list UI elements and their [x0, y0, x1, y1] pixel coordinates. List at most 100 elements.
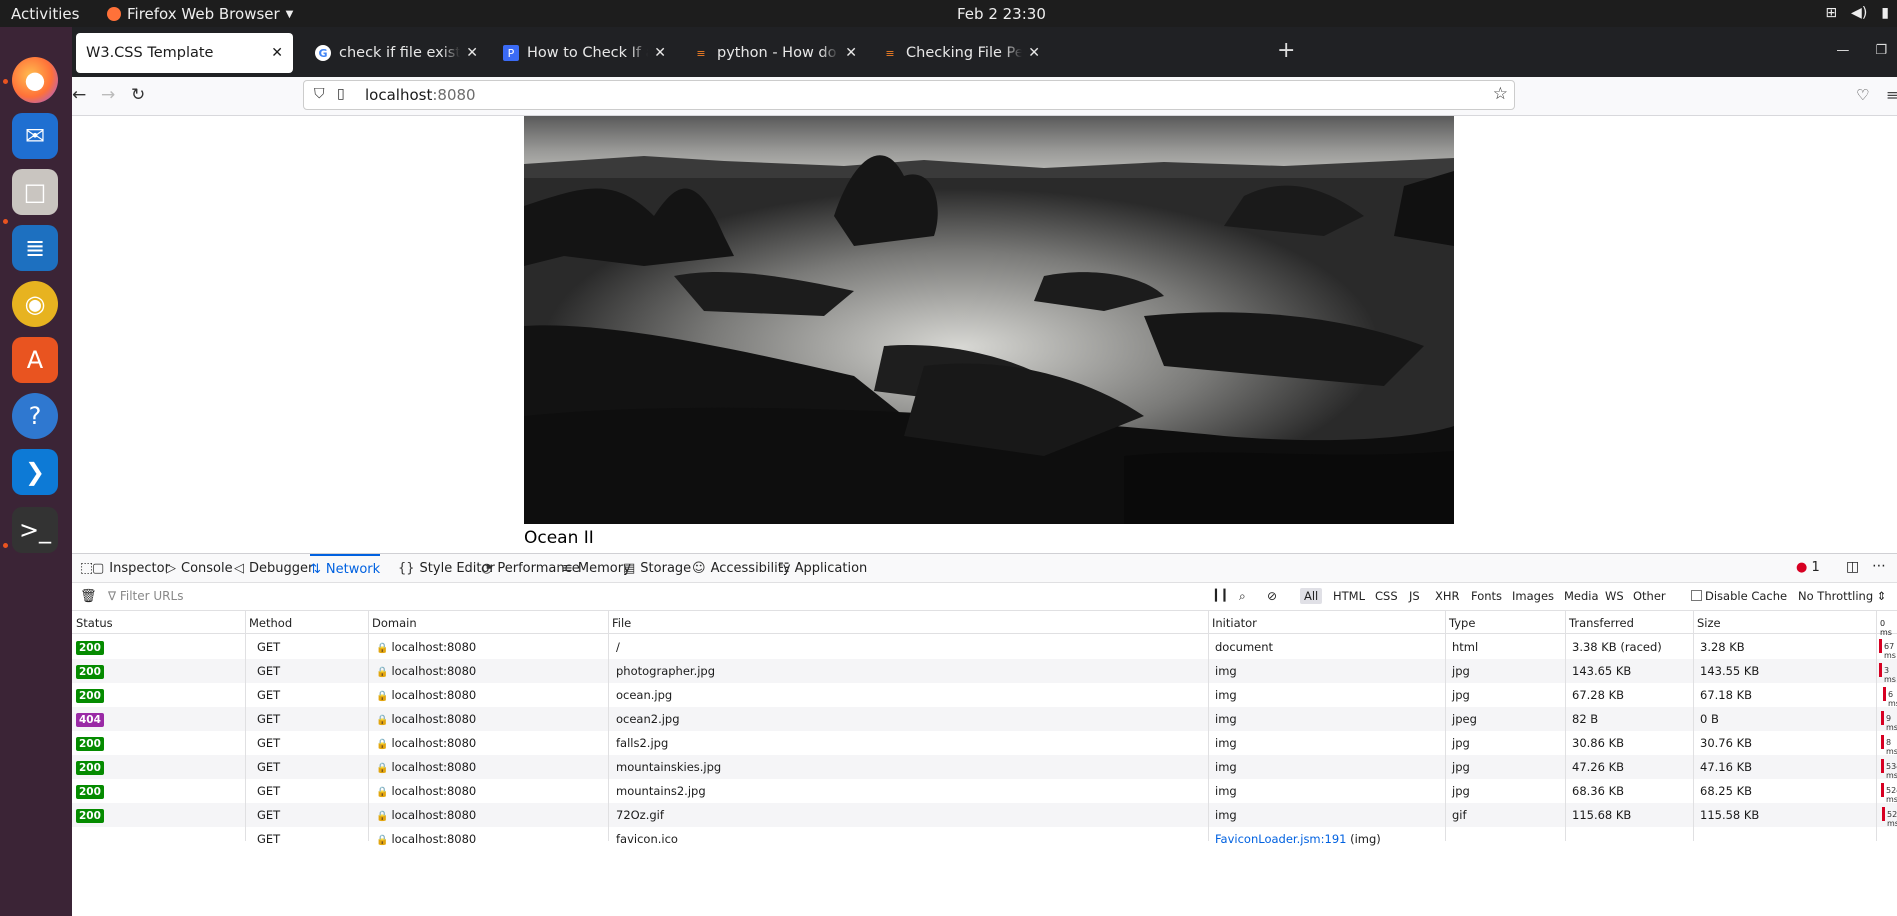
browser-tab[interactable]: ≡ Checking File Permissions ✕	[872, 33, 1050, 73]
browser-tab[interactable]: ≡ python - How do I check whether ✕	[683, 33, 867, 73]
devtools-tab-console[interactable]: ▷ Console	[166, 554, 233, 583]
filter-urls-input[interactable]: ∇ Filter URLs	[108, 589, 183, 603]
waterfall-timing: 534 ms	[1886, 762, 1897, 780]
search-icon[interactable]: ⌕	[1239, 589, 1246, 604]
domain-cell: 🔒 localhost:8080	[376, 760, 476, 774]
devtools-tab-inspector[interactable]: ▢ Inspector	[92, 554, 170, 583]
dock-thunderbird-icon[interactable]: ✉	[12, 113, 58, 159]
block-icon[interactable]: ⊘	[1267, 589, 1277, 603]
browser-tab[interactable]: W3.CSS Template ✕	[76, 33, 293, 73]
lock-icon: 🔒	[376, 811, 389, 822]
maximize-icon[interactable]: ❐	[1875, 43, 1887, 58]
size-cell: 115.58 KB	[1700, 808, 1760, 822]
column-header-type[interactable]: Type	[1449, 616, 1475, 630]
app-menu[interactable]: Firefox Web Browser ▼	[107, 5, 293, 23]
table-row[interactable]: 200 GET 🔒 localhost:8080 mountainskies.jpg im…	[72, 755, 1897, 780]
waterfall-bar	[1881, 711, 1884, 725]
waterfall-timing: 528 ms	[1887, 810, 1897, 828]
table-row[interactable]: 200 GET 🔒 localhost:8080 falls2.jpg img jpg 30.…	[72, 731, 1897, 756]
system-tray[interactable]: ⊞ ◀) ▮	[1825, 5, 1889, 21]
running-indicator	[3, 543, 8, 548]
browser-tab[interactable]: Gcheck if file exists python ✕	[305, 33, 488, 73]
forward-icon[interactable]: →	[101, 85, 115, 105]
battery-icon: ▮	[1881, 5, 1889, 21]
filter-type-xhr[interactable]: XHR	[1431, 588, 1464, 604]
activities-button[interactable]: Activities	[11, 5, 79, 23]
column-divider	[1876, 611, 1877, 841]
dock-software-icon[interactable]: A	[12, 337, 58, 383]
filter-type-all[interactable]: All	[1300, 588, 1323, 604]
domain-text: localhost:8080	[391, 784, 477, 798]
table-row[interactable]: 200 GET 🔒 localhost:8080 mountains2.jpg img jp…	[72, 779, 1897, 804]
column-divider	[1208, 611, 1209, 841]
table-row[interactable]: 200 GET 🔒 localhost:8080 / document html 3.38 K…	[72, 635, 1897, 660]
devtools-tab-debugger[interactable]: ◁ Debugger	[234, 554, 313, 583]
lock-icon: 🔒	[376, 715, 389, 726]
filter-type-other[interactable]: Other	[1629, 588, 1670, 604]
tab-close-icon[interactable]: ✕	[271, 45, 283, 61]
pause-icon[interactable]: ▎▎	[1215, 589, 1232, 602]
tab-close-icon[interactable]: ✕	[1028, 45, 1040, 61]
dock-vscode-icon[interactable]: ❯	[12, 449, 58, 495]
back-icon[interactable]: ←	[72, 85, 86, 105]
shield-icon[interactable]: ⛉	[314, 86, 325, 102]
url-text[interactable]: localhost:8080	[365, 86, 476, 104]
devtools-tab-network[interactable]: ⇅ Network	[310, 554, 381, 583]
filter-type-js[interactable]: JS	[1405, 588, 1424, 604]
new-tab-button[interactable]: +	[1277, 40, 1295, 62]
dock-firefox-icon[interactable]: ●	[12, 57, 58, 103]
domain-cell: 🔒 localhost:8080	[376, 736, 476, 750]
domain-cell: 🔒 localhost:8080	[376, 784, 476, 798]
table-row[interactable]: 200 GET 🔒 localhost:8080 72Oz.gif img gif 115.6…	[72, 803, 1897, 828]
column-header-file[interactable]: File	[612, 616, 631, 630]
filter-type-css[interactable]: CSS	[1371, 588, 1402, 604]
devtools-tab-accessibility[interactable]: ☺ Accessibility	[692, 554, 791, 583]
table-row[interactable]: 200 GET 🔒 localhost:8080 photographer.jpg img…	[72, 659, 1897, 684]
filter-type-images[interactable]: Images	[1508, 588, 1558, 604]
devtools-tab-application[interactable]: ☷ Application	[778, 554, 867, 583]
table-row[interactable]: 404 GET 🔒 localhost:8080 ocean2.jpg img jpeg 82…	[72, 707, 1897, 732]
url-bar[interactable]: ⛉ ▯ localhost:8080 ☆	[303, 80, 1515, 110]
filter-type-media[interactable]: Media	[1560, 588, 1603, 604]
filter-type-html[interactable]: HTML	[1329, 588, 1369, 604]
status-cell: 200	[76, 688, 104, 703]
clear-trash-icon[interactable]: 🗑	[80, 589, 97, 604]
dock-side-icon[interactable]: ◫	[1846, 559, 1859, 575]
devtools-tab-storage[interactable]: ▤ Storage	[623, 554, 691, 583]
column-header-size[interactable]: Size	[1697, 616, 1721, 630]
minimize-icon[interactable]: —	[1836, 43, 1849, 58]
clock[interactable]: Feb 2 23:30	[957, 5, 1046, 23]
more-options-icon[interactable]: ⋯	[1872, 558, 1886, 574]
tab-close-icon[interactable]: ✕	[845, 45, 857, 61]
dock-files-icon[interactable]: □	[12, 169, 58, 215]
dock-help-icon[interactable]: ?	[12, 393, 58, 439]
disable-cache-checkbox[interactable]: Disable Cache	[1691, 589, 1787, 603]
column-header-domain[interactable]: Domain	[372, 616, 417, 630]
column-header-method[interactable]: Method	[249, 616, 292, 630]
menu-icon[interactable]: ≡	[1886, 86, 1897, 104]
dock-writer-icon[interactable]: ≣	[12, 225, 58, 271]
filter-type-ws[interactable]: WS	[1601, 588, 1628, 604]
devtools-tab-memory[interactable]: ≡ Memory	[562, 554, 631, 583]
error-count[interactable]: ● 1	[1796, 560, 1820, 575]
page-icon[interactable]: ▯	[337, 86, 345, 102]
dock-terminal-icon[interactable]: >_	[12, 507, 58, 553]
devtools-tab-label: Storage	[640, 561, 692, 576]
column-header-status[interactable]: Status	[76, 616, 113, 630]
table-row[interactable]: GET 🔒 localhost:8080 favicon.ico FaviconLoad…	[72, 827, 1897, 851]
filter-type-fonts[interactable]: Fonts	[1467, 588, 1506, 604]
pocket-icon[interactable]: ♡	[1856, 86, 1869, 104]
tab-close-icon[interactable]: ✕	[466, 45, 478, 61]
error-count-value: 1	[1811, 560, 1820, 575]
tab-close-icon[interactable]: ✕	[654, 45, 666, 61]
column-header-transferred[interactable]: Transferred	[1569, 616, 1634, 630]
table-row[interactable]: 200 GET 🔒 localhost:8080 ocean.jpg img jpg 67.2…	[72, 683, 1897, 708]
browser-tab[interactable]: P How to Check If a File Exists ✕	[493, 33, 676, 73]
column-header-initiator[interactable]: Initiator	[1212, 616, 1257, 630]
initiator-text[interactable]: FaviconLoader.jsm:191	[1215, 832, 1346, 846]
reload-icon[interactable]: ↻	[131, 85, 145, 105]
throttling-select[interactable]: No Throttling ⇕	[1798, 589, 1886, 603]
bookmark-star-icon[interactable]: ☆	[1493, 84, 1508, 104]
type-cell: html	[1452, 640, 1479, 654]
dock-rhythmbox-icon[interactable]: ◉	[12, 281, 58, 327]
